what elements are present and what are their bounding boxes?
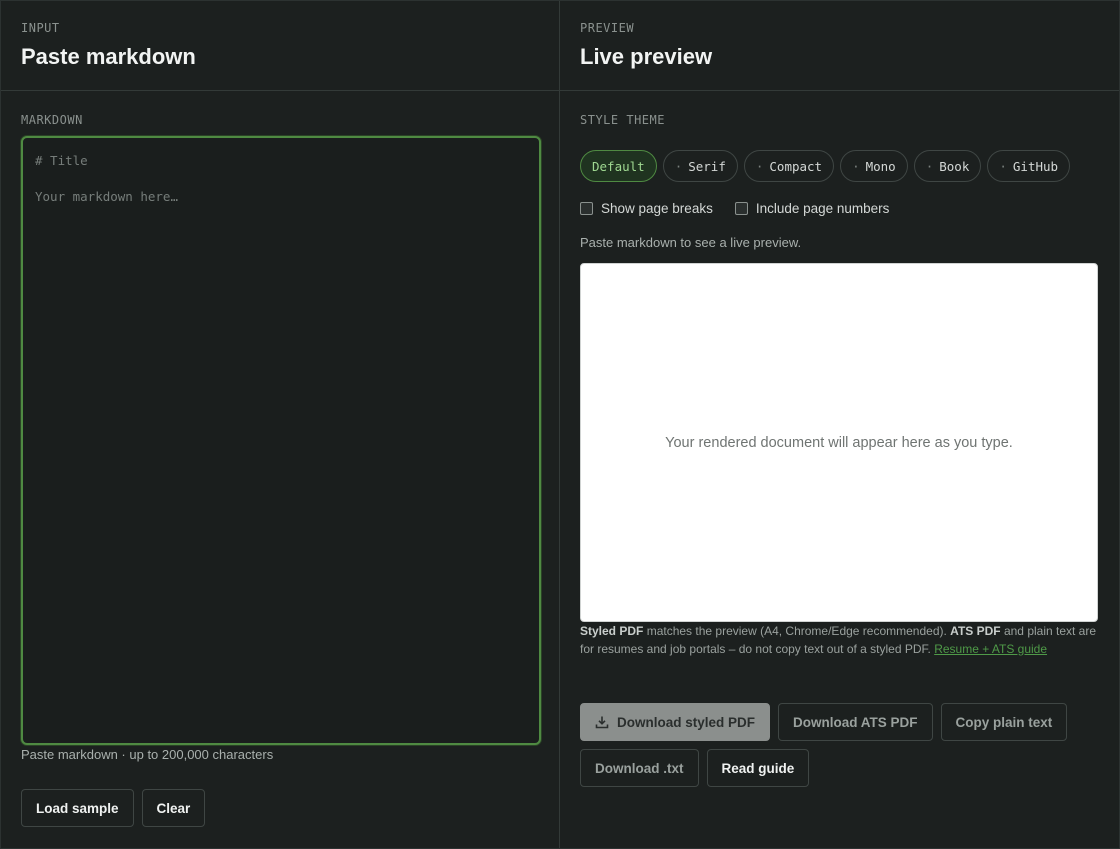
download-icon: [595, 715, 609, 729]
preview-options: Show page breaks Include page numbers: [580, 201, 889, 216]
app-window: INPUT Paste markdown MARKDOWN # Title Yo…: [0, 0, 1120, 849]
styled-pdf-term: Styled PDF: [580, 624, 644, 638]
input-panel-body: MARKDOWN # Title Your markdown here… Pas…: [1, 91, 559, 848]
ats-pdf-term: ATS PDF: [950, 624, 1001, 638]
theme-chip-label: Default: [592, 158, 645, 174]
theme-chip-label: GitHub: [1012, 158, 1059, 174]
preview-panel-header: PREVIEW Live preview: [560, 1, 1119, 91]
clear-button[interactable]: Clear: [141, 789, 206, 827]
load-sample-button[interactable]: Load sample: [21, 789, 134, 827]
style-theme-label: STYLE THEME: [580, 113, 665, 127]
theme-chip-compact[interactable]: · Compact: [743, 150, 835, 182]
theme-chip-default[interactable]: Default: [580, 150, 657, 182]
preview-document: Your rendered document will appear here …: [580, 263, 1098, 622]
input-actions: Load sample Clear: [21, 789, 206, 827]
markdown-section-label: MARKDOWN: [21, 113, 83, 127]
markdown-hint: Paste markdown · up to 200,000 character…: [21, 747, 274, 762]
theme-chip-label: Serif: [688, 158, 726, 174]
show-page-breaks-label: Show page breaks: [601, 201, 713, 216]
preview-panel-body: STYLE THEME Default · Serif · Compact · …: [560, 91, 1119, 848]
dot-icon: ·: [852, 158, 860, 174]
download-actions-row-2: Download .txt Read guide: [580, 749, 810, 787]
download-styled-pdf-button[interactable]: Download styled PDF: [580, 703, 771, 741]
preview-panel: PREVIEW Live preview STYLE THEME Default…: [560, 1, 1119, 848]
dot-icon: ·: [999, 158, 1007, 174]
dot-icon: ·: [925, 158, 934, 174]
theme-chip-label: Mono: [865, 158, 896, 174]
checkbox-box[interactable]: [734, 202, 748, 215]
download-txt-button[interactable]: Download .txt: [580, 749, 699, 787]
preview-empty-text: Your rendered document will appear here …: [665, 434, 1013, 451]
theme-chip-label: Compact: [769, 158, 823, 174]
download-actions-row-1: Download styled PDF Download ATS PDF Cop…: [580, 703, 1068, 741]
preview-eyebrow: PREVIEW: [580, 21, 635, 35]
dot-icon: ·: [755, 158, 764, 174]
preview-note: Paste markdown to see a live preview.: [580, 235, 802, 250]
preview-title: Live preview: [580, 44, 713, 69]
copy-plain-text-button[interactable]: Copy plain text: [940, 703, 1068, 741]
export-info: Styled PDF matches the preview (A4, Chro…: [580, 623, 1100, 658]
theme-chip-label: Book: [939, 158, 970, 174]
download-ats-pdf-button[interactable]: Download ATS PDF: [778, 703, 933, 741]
checkbox-box[interactable]: [580, 202, 593, 215]
input-panel: INPUT Paste markdown MARKDOWN # Title Yo…: [1, 1, 560, 848]
include-page-numbers-checkbox[interactable]: Include page numbers: [734, 201, 890, 216]
theme-selector: Default · Serif · Compact · Mono · Book: [580, 150, 1071, 182]
include-page-numbers-label: Include page numbers: [755, 201, 890, 216]
input-panel-header: INPUT Paste markdown: [1, 1, 559, 91]
input-title: Paste markdown: [21, 44, 196, 69]
resume-ats-guide-link[interactable]: Resume + ATS guide: [934, 642, 1047, 656]
theme-chip-serif[interactable]: · Serif: [662, 150, 738, 182]
read-guide-button[interactable]: Read guide: [706, 749, 810, 787]
theme-chip-book[interactable]: · Book: [913, 150, 982, 182]
download-styled-pdf-label: Download styled PDF: [617, 714, 756, 730]
theme-chip-mono[interactable]: · Mono: [840, 150, 908, 182]
dot-icon: ·: [674, 158, 683, 174]
theme-chip-github[interactable]: · GitHub: [987, 150, 1071, 182]
markdown-textarea[interactable]: # Title Your markdown here…: [21, 136, 541, 745]
input-eyebrow: INPUT: [21, 21, 60, 35]
info-text-1: matches the preview (A4, Chrome/Edge rec…: [643, 624, 951, 638]
show-page-breaks-checkbox[interactable]: Show page breaks: [580, 201, 713, 216]
